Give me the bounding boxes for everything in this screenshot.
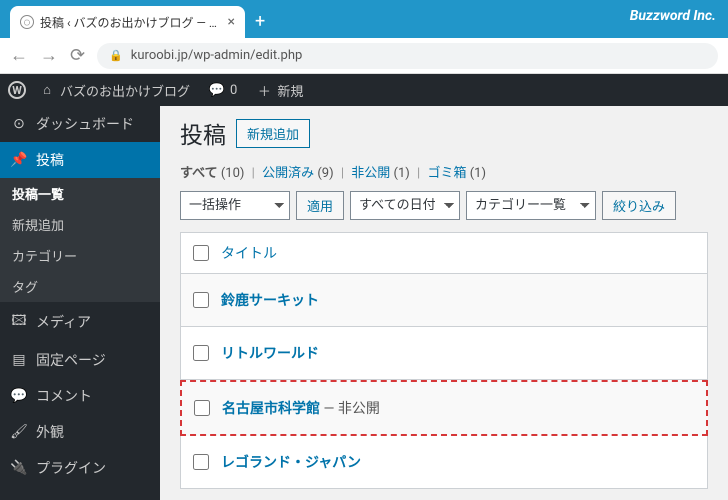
status-badge: — 非公開 bbox=[320, 401, 380, 417]
submenu-tags[interactable]: タグ bbox=[0, 271, 160, 302]
url-field[interactable]: 🔒 kuroobi.jp/wp-admin/edit.php bbox=[97, 43, 718, 69]
media-icon: 🖾 bbox=[10, 310, 28, 334]
wordpress-icon[interactable]: W bbox=[8, 81, 26, 99]
sidebar-submenu: 投稿一覧 新規追加 カテゴリー タグ bbox=[0, 178, 160, 302]
plus-icon: ＋ bbox=[255, 81, 273, 100]
page-icon: ▤ bbox=[10, 352, 28, 368]
reload-icon[interactable]: ⟳ bbox=[70, 45, 85, 66]
back-icon[interactable]: ← bbox=[10, 45, 28, 66]
lock-icon: 🔒 bbox=[109, 49, 123, 62]
table-row: レゴランド・ジャパン bbox=[180, 436, 708, 489]
pin-icon: 📌 bbox=[10, 152, 28, 168]
filter-trash[interactable]: ゴミ箱 bbox=[427, 166, 466, 181]
filter-button[interactable]: 絞り込み bbox=[602, 191, 676, 220]
comment-icon: 💬 bbox=[10, 388, 28, 404]
browser-tab-bar: ◌ 投稿 ‹ バズのお出かけブログ — Wor × + Buzzword Inc… bbox=[0, 0, 728, 38]
company-label: Buzzword Inc. bbox=[630, 8, 716, 24]
table-row: 鈴鹿サーキット bbox=[180, 274, 708, 327]
submenu-posts-list[interactable]: 投稿一覧 bbox=[0, 178, 160, 209]
sidebar-item-pages[interactable]: ▤固定ページ bbox=[0, 342, 160, 378]
sidebar-item-media[interactable]: 🖾メディア bbox=[0, 302, 160, 342]
content-area: 投稿 新規追加 すべて (10) | 公開済み (9) | 非公開 (1) | … bbox=[160, 106, 728, 500]
filter-private[interactable]: 非公開 bbox=[351, 166, 390, 181]
new-tab-button[interactable]: + bbox=[255, 11, 265, 32]
sidebar-item-plugins[interactable]: 🔌プラグイン bbox=[0, 450, 160, 486]
plugin-icon: 🔌 bbox=[10, 460, 28, 476]
submenu-categories[interactable]: カテゴリー bbox=[0, 240, 160, 271]
brush-icon: 🖌 bbox=[10, 424, 28, 440]
apply-button[interactable]: 適用 bbox=[296, 191, 344, 220]
browser-tab[interactable]: ◌ 投稿 ‹ バズのお出かけブログ — Wor × bbox=[10, 6, 245, 38]
post-link[interactable]: レゴランド・ジャパン bbox=[221, 452, 361, 472]
new-link[interactable]: ＋ 新規 bbox=[249, 81, 309, 100]
post-link[interactable]: リトルワールド bbox=[221, 343, 319, 363]
post-link[interactable]: 鈴鹿サーキット bbox=[221, 290, 319, 310]
wp-admin-bar: W ⌂ バズのお出かけブログ 💬 0 ＋ 新規 bbox=[0, 74, 728, 106]
tab-title: 投稿 ‹ バズのお出かけブログ — Wor bbox=[40, 14, 222, 31]
bulk-action-select[interactable]: 一括操作 bbox=[180, 191, 290, 220]
row-checkbox[interactable] bbox=[193, 454, 209, 470]
comment-icon: 💬 bbox=[208, 83, 226, 98]
home-icon: ⌂ bbox=[38, 82, 56, 98]
table-row-highlighted: 名古屋市科学館 — 非公開 bbox=[180, 380, 708, 436]
globe-icon: ◌ bbox=[20, 15, 34, 29]
status-filters: すべて (10) | 公開済み (9) | 非公開 (1) | ゴミ箱 (1) bbox=[180, 162, 708, 181]
sidebar-item-dashboard[interactable]: ⊙ダッシュボード bbox=[0, 106, 160, 142]
row-checkbox[interactable] bbox=[194, 400, 210, 416]
column-title[interactable]: タイトル bbox=[221, 243, 277, 263]
comments-link[interactable]: 💬 0 bbox=[202, 83, 243, 98]
filter-published[interactable]: 公開済み bbox=[262, 166, 314, 181]
dashboard-icon: ⊙ bbox=[10, 116, 28, 132]
close-icon[interactable]: × bbox=[228, 14, 235, 30]
post-link[interactable]: 名古屋市科学館 bbox=[222, 401, 320, 417]
table-header: タイトル bbox=[180, 232, 708, 274]
url-text: kuroobi.jp/wp-admin/edit.php bbox=[131, 48, 303, 63]
submenu-new[interactable]: 新規追加 bbox=[0, 209, 160, 240]
sidebar-item-appearance[interactable]: 🖌外観 bbox=[0, 414, 160, 450]
site-link[interactable]: ⌂ バズのお出かけブログ bbox=[32, 81, 196, 100]
row-checkbox[interactable] bbox=[193, 345, 209, 361]
admin-sidebar: ⊙ダッシュボード 📌投稿 投稿一覧 新規追加 カテゴリー タグ 🖾メディア ▤固… bbox=[0, 106, 160, 500]
row-checkbox[interactable] bbox=[193, 292, 209, 308]
table-row: リトルワールド bbox=[180, 327, 708, 380]
sidebar-item-posts[interactable]: 📌投稿 bbox=[0, 142, 160, 178]
page-title: 投稿 bbox=[180, 116, 226, 150]
sidebar-item-comments[interactable]: 💬コメント bbox=[0, 378, 160, 414]
url-bar: ← → ⟳ 🔒 kuroobi.jp/wp-admin/edit.php bbox=[0, 38, 728, 74]
category-filter-select[interactable]: カテゴリー一覧 bbox=[466, 191, 596, 220]
select-all-checkbox[interactable] bbox=[193, 245, 209, 261]
date-filter-select[interactable]: すべての日付 bbox=[350, 191, 460, 220]
add-new-button[interactable]: 新規追加 bbox=[236, 119, 310, 148]
forward-icon[interactable]: → bbox=[40, 45, 58, 66]
